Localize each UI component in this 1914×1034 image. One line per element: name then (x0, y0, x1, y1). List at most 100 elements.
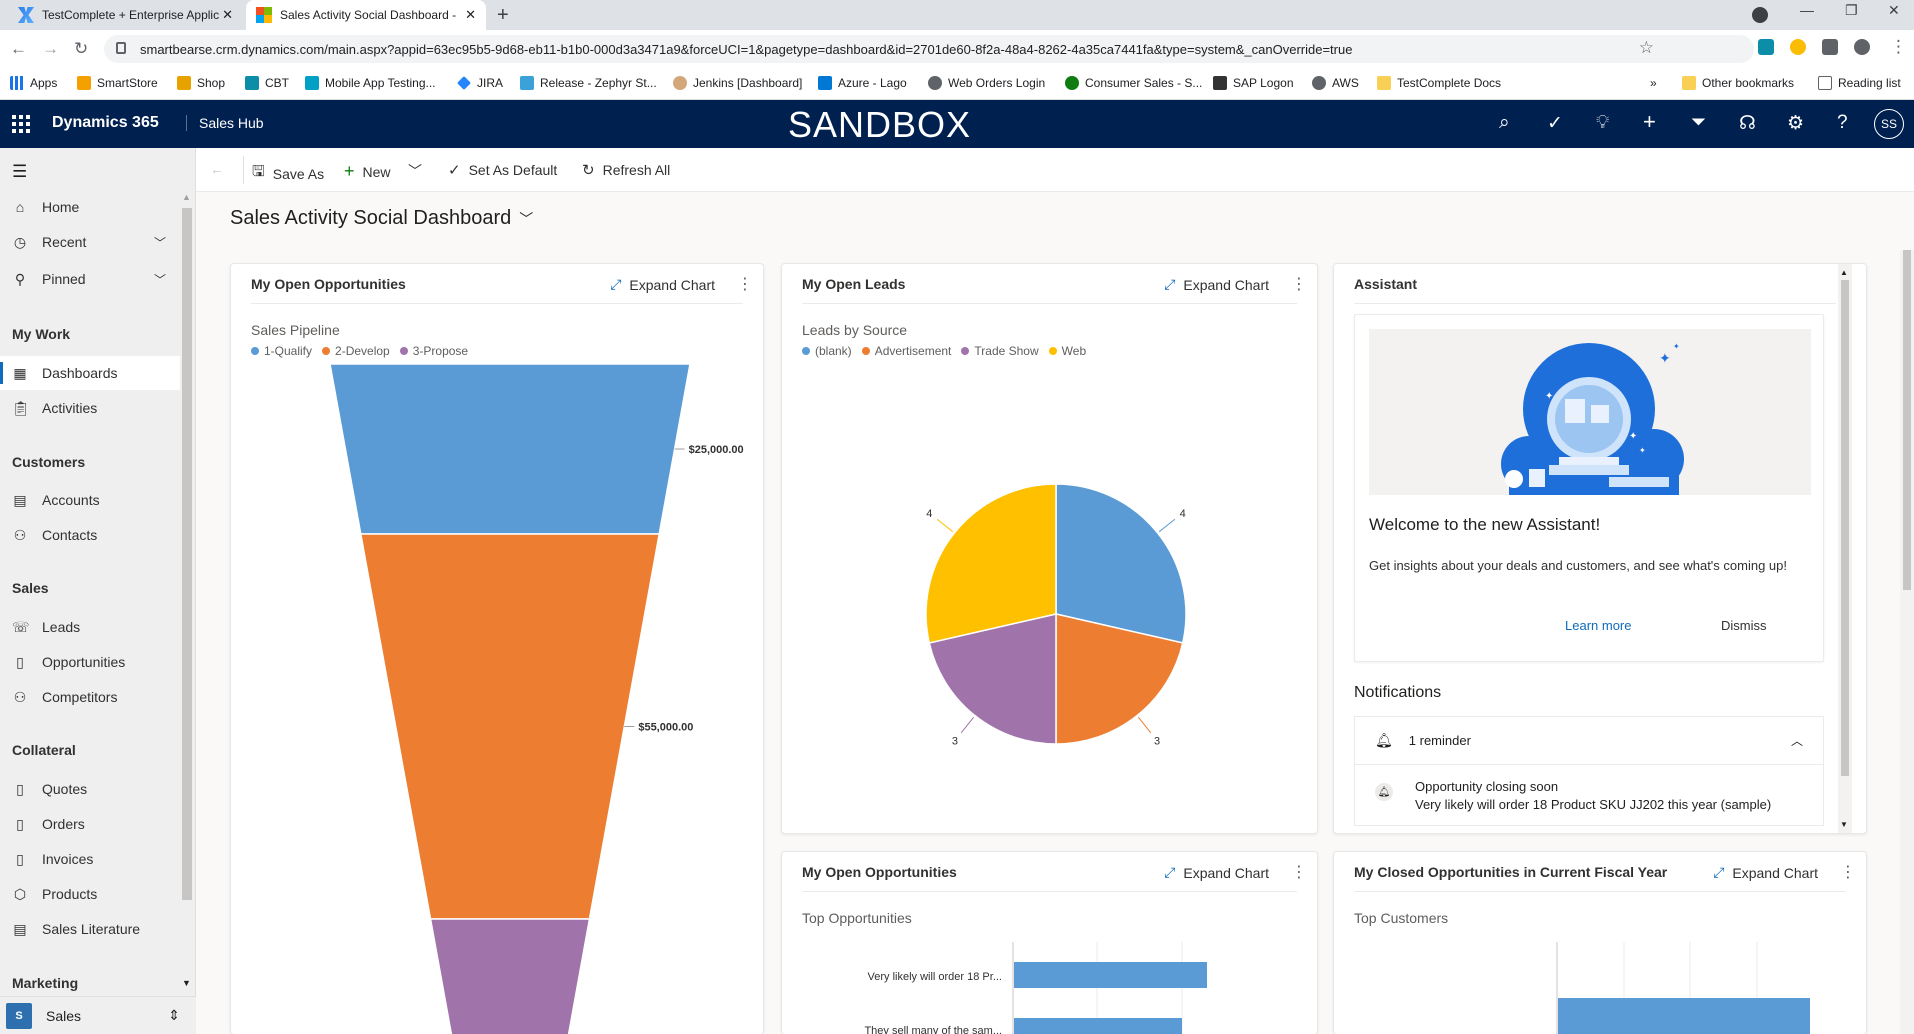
settings-icon[interactable]: ⚙ (1787, 112, 1804, 135)
legend-item[interactable]: Web (1048, 344, 1086, 358)
sidebar-item-home[interactable]: ⌂ Home (0, 190, 180, 224)
extension-icon[interactable] (1758, 39, 1774, 55)
refresh-all-button[interactable]: ↻ Refresh All (582, 161, 670, 179)
legend-item[interactable]: (blank) (802, 344, 852, 358)
bookmark-item[interactable]: Shop (177, 76, 225, 90)
app-launcher-icon[interactable] (12, 115, 30, 133)
sidebar-item-sales-literature[interactable]: ▤ Sales Literature (0, 912, 180, 946)
scroll-down-arrow-icon[interactable]: ▼ (1840, 820, 1848, 829)
bookmark-item[interactable]: CBT (245, 76, 289, 90)
sidebar-item-competitors[interactable]: ⚇ Competitors (0, 680, 180, 714)
app-name[interactable]: Dynamics 365 (52, 114, 159, 132)
save-as-button[interactable]: 🖫︎ Save As (252, 161, 324, 186)
legend-item[interactable]: 2-Develop (322, 344, 390, 358)
browser-tab-active[interactable]: Sales Activity Social Dashboard - ✕ (246, 0, 486, 30)
bookmark-item[interactable]: Web Orders Login (928, 76, 1045, 90)
dashboard-selector[interactable]: Sales Activity Social Dashboard ﹀ (230, 207, 533, 230)
bookmark-item[interactable]: Consumer Sales - S... (1065, 76, 1202, 90)
minimize-icon[interactable]: — (1800, 2, 1814, 18)
sidebar-item-orders[interactable]: ▯ Orders (0, 807, 180, 841)
close-window-icon[interactable]: ✕ (1888, 2, 1900, 19)
hub-name[interactable]: Sales Hub (186, 115, 264, 131)
back-arrow-icon[interactable]: ← (210, 161, 224, 177)
bookmark-apps[interactable]: Apps (10, 76, 57, 90)
more-options-icon[interactable]: ⋮ (737, 274, 753, 294)
sidebar-item-leads[interactable]: ☏ Leads (0, 610, 180, 644)
bookmark-item[interactable]: AWS (1312, 76, 1359, 90)
extension-icon[interactable] (1790, 39, 1806, 55)
bookmark-item[interactable]: TestComplete Docs (1377, 76, 1501, 90)
page-scrollbar[interactable] (1900, 250, 1914, 1034)
more-options-icon[interactable]: ⋮ (1840, 862, 1856, 882)
funnel-segment[interactable] (359, 533, 661, 920)
reading-list[interactable]: Reading list (1818, 76, 1901, 90)
bookmark-item[interactable]: Azure - Lago (818, 76, 907, 90)
sidebar-item-quotes[interactable]: ▯ Quotes (0, 772, 180, 806)
scrollbar-thumb[interactable] (1841, 280, 1849, 776)
scroll-up-arrow-icon[interactable]: ▲ (182, 192, 191, 202)
search-icon[interactable]: ⌕ (1499, 112, 1510, 134)
lightbulb-icon[interactable]: 💡︎ (1596, 112, 1609, 134)
bookmark-item[interactable]: Mobile App Testing... (305, 76, 436, 90)
browser-tab[interactable]: TestComplete + Enterprise Applic ✕ (8, 0, 243, 30)
expand-chart-button[interactable]: ⤢ Expand Chart (1164, 864, 1269, 881)
area-switcher[interactable]: S Sales ⇕ (0, 996, 196, 1034)
other-bookmarks[interactable]: Other bookmarks (1682, 76, 1794, 90)
expand-chart-button[interactable]: ⤢ Expand Chart (1164, 276, 1269, 293)
set-as-default-button[interactable]: ✓ Set As Default (448, 161, 557, 179)
restore-icon[interactable]: ❐ (1845, 2, 1858, 19)
menu-dots-icon[interactable]: ⋮ (1890, 37, 1907, 57)
notification-title[interactable]: Opportunity closing soon (1415, 779, 1558, 794)
assistant-scrollbar[interactable]: ▲ ▼ (1838, 264, 1852, 833)
funnel-segment[interactable] (429, 918, 591, 1034)
sidebar-item-contacts[interactable]: ⚇ Contacts (0, 518, 180, 552)
task-check-icon[interactable]: ✓ (1547, 112, 1563, 135)
bookmark-item[interactable]: Release - Zephyr St... (520, 76, 657, 90)
learn-more-link[interactable]: Learn more (1565, 618, 1631, 633)
pie-slice[interactable] (925, 483, 1057, 644)
bookmark-item[interactable]: SAP Logon (1213, 76, 1294, 90)
sidebar-item-dashboards[interactable]: ▦ Dashboards (0, 356, 180, 390)
expand-chart-button[interactable]: ⤢ Expand Chart (610, 276, 715, 293)
bookmark-item[interactable]: Jenkins [Dashboard] (673, 76, 802, 90)
new-dropdown-chevron-icon[interactable]: ﹀ (408, 161, 422, 181)
filter-icon[interactable]: ⏷ (1691, 112, 1706, 134)
sidebar-item-pinned[interactable]: ⚲ Pinned ﹀ (0, 262, 180, 296)
new-tab-icon[interactable]: + (497, 4, 509, 27)
sidebar-scrollbar[interactable] (182, 208, 192, 900)
plus-icon[interactable]: + (1643, 109, 1656, 135)
bookmark-overflow-icon[interactable]: » (1650, 76, 1657, 90)
reminder-group-header[interactable]: 🔔︎ 1 reminder ︿ (1355, 717, 1823, 765)
more-options-icon[interactable]: ⋮ (1291, 274, 1307, 294)
bookmark-item[interactable]: SmartStore (77, 76, 158, 90)
more-options-icon[interactable]: ⋮ (1291, 862, 1307, 882)
close-tab-icon[interactable]: ✕ (222, 7, 233, 23)
new-button[interactable]: + New (344, 161, 391, 182)
legend-item[interactable]: Trade Show (961, 344, 1039, 358)
avatar[interactable]: SS (1874, 109, 1904, 139)
profile-dropdown-icon[interactable] (1752, 7, 1768, 23)
legend-item[interactable]: 3-Propose (399, 344, 468, 358)
sidebar-item-products[interactable]: ⬡ Products (0, 877, 180, 911)
expand-chart-button[interactable]: ⤢ Expand Chart (1713, 864, 1818, 881)
forward-icon[interactable]: → (42, 39, 59, 59)
puzzle-extensions-icon[interactable] (1822, 39, 1838, 55)
dismiss-button[interactable]: Dismiss (1721, 618, 1767, 633)
bar[interactable] (1014, 962, 1207, 988)
reload-icon[interactable]: ↻ (74, 39, 88, 59)
profile-icon[interactable] (1854, 39, 1870, 55)
bar[interactable] (1558, 998, 1810, 1034)
sidebar-item-recent[interactable]: ◷ Recent ﹀ (0, 225, 180, 259)
url-input[interactable]: smartbearse.crm.dynamics.com/main.aspx?a… (104, 35, 1754, 63)
back-icon[interactable]: ← (10, 39, 27, 59)
sidebar-item-accounts[interactable]: ▤ Accounts (0, 483, 180, 517)
hamburger-menu-icon[interactable]: ☰ (12, 162, 27, 182)
help-icon[interactable]: ? (1837, 112, 1848, 134)
assistant-icon[interactable]: ☊ (1739, 112, 1756, 135)
funnel-segment[interactable] (329, 364, 691, 535)
legend-item[interactable]: Advertisement (861, 344, 951, 358)
legend-item[interactable]: 1-Qualify (251, 344, 312, 358)
bookmark-star-icon[interactable]: ☆ (1639, 38, 1654, 58)
scrollbar-thumb[interactable] (1903, 250, 1911, 590)
sidebar-item-activities[interactable]: 📋︎ Activities (0, 391, 180, 425)
